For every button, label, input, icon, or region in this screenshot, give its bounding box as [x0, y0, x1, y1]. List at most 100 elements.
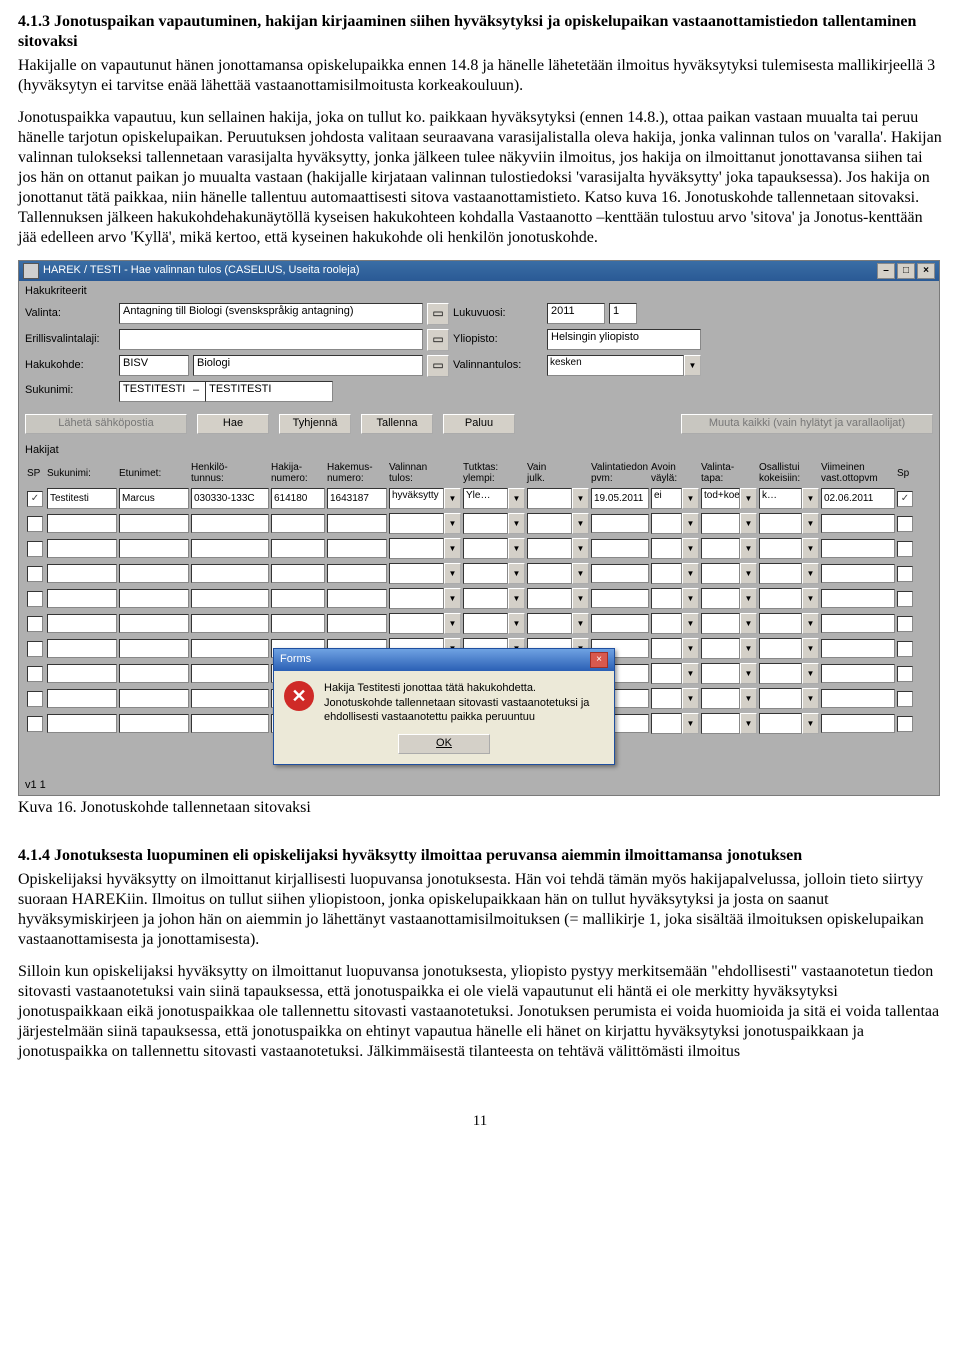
cell-tutktas[interactable]: Yle…▼: [463, 488, 525, 509]
empty-cell[interactable]: [47, 689, 117, 708]
chevron-down-icon[interactable]: ▼: [444, 538, 461, 559]
empty-combo[interactable]: ▼: [651, 563, 699, 584]
chevron-down-icon[interactable]: ▼: [572, 563, 589, 584]
row-checkbox[interactable]: [897, 616, 913, 632]
empty-combo[interactable]: ▼: [759, 688, 819, 709]
row-checkbox[interactable]: ✓: [27, 491, 43, 507]
empty-cell[interactable]: [191, 639, 269, 658]
row-checkbox[interactable]: [897, 716, 913, 732]
chevron-down-icon[interactable]: ▼: [444, 513, 461, 534]
empty-cell[interactable]: [327, 589, 387, 608]
empty-combo[interactable]: ▼: [389, 513, 461, 534]
empty-combo[interactable]: ▼: [389, 538, 461, 559]
empty-cell[interactable]: [591, 539, 649, 558]
chevron-down-icon[interactable]: ▼: [572, 613, 589, 634]
chevron-down-icon[interactable]: ▼: [572, 488, 589, 509]
empty-combo[interactable]: ▼: [389, 613, 461, 634]
chevron-down-icon[interactable]: ▼: [682, 638, 699, 659]
maximize-button[interactable]: □: [897, 263, 915, 279]
chevron-down-icon[interactable]: ▼: [508, 538, 525, 559]
empty-cell[interactable]: [191, 589, 269, 608]
table-row[interactable]: ✓ Testitesti Marcus 030330-133C 614180 1…: [23, 486, 935, 511]
empty-combo[interactable]: ▼: [759, 613, 819, 634]
field-lukuvuosi-year[interactable]: 2011: [547, 303, 605, 324]
field-erillis[interactable]: [119, 329, 423, 350]
empty-combo[interactable]: ▼: [463, 613, 525, 634]
empty-cell[interactable]: [191, 539, 269, 558]
empty-cell[interactable]: [271, 589, 325, 608]
chevron-down-icon[interactable]: ▼: [802, 538, 819, 559]
empty-cell[interactable]: [47, 589, 117, 608]
cell-sukunimi[interactable]: Testitesti: [47, 488, 117, 509]
empty-cell[interactable]: [47, 514, 117, 533]
row-checkbox[interactable]: [897, 666, 913, 682]
empty-cell[interactable]: [119, 564, 189, 583]
empty-cell[interactable]: [47, 614, 117, 633]
row-checkbox[interactable]: [27, 591, 43, 607]
empty-cell[interactable]: [591, 614, 649, 633]
empty-combo[interactable]: ▼: [527, 588, 589, 609]
empty-combo[interactable]: ▼: [527, 563, 589, 584]
cell-hakemusnro[interactable]: 1643187: [327, 488, 387, 509]
row-checkbox[interactable]: [897, 641, 913, 657]
empty-cell[interactable]: [271, 564, 325, 583]
row-checkbox[interactable]: [27, 516, 43, 532]
row-checkbox[interactable]: [897, 566, 913, 582]
empty-cell[interactable]: [191, 689, 269, 708]
empty-cell[interactable]: [191, 614, 269, 633]
row-checkbox[interactable]: [27, 641, 43, 657]
empty-cell[interactable]: [191, 714, 269, 733]
empty-cell[interactable]: [119, 714, 189, 733]
chevron-down-icon[interactable]: ▼: [740, 713, 757, 734]
chevron-down-icon[interactable]: ▼: [444, 588, 461, 609]
empty-combo[interactable]: ▼: [759, 713, 819, 734]
chevron-down-icon[interactable]: ▼: [508, 588, 525, 609]
row-checkbox[interactable]: [27, 691, 43, 707]
chevron-down-icon[interactable]: ▼: [802, 613, 819, 634]
empty-cell[interactable]: [821, 639, 895, 658]
empty-combo[interactable]: ▼: [701, 588, 757, 609]
field-sukunimi-to[interactable]: TESTITESTI: [205, 381, 333, 402]
row-checkbox-2[interactable]: ✓: [897, 491, 913, 507]
dialog-ok-button[interactable]: OK: [398, 734, 490, 754]
empty-combo[interactable]: ▼: [701, 688, 757, 709]
empty-cell[interactable]: [327, 514, 387, 533]
empty-combo[interactable]: ▼: [463, 588, 525, 609]
chevron-down-icon[interactable]: ▼: [684, 355, 701, 376]
chevron-down-icon[interactable]: ▼: [572, 588, 589, 609]
empty-cell[interactable]: [271, 514, 325, 533]
empty-combo[interactable]: ▼: [701, 713, 757, 734]
chevron-down-icon[interactable]: ▼: [682, 613, 699, 634]
empty-combo[interactable]: ▼: [527, 538, 589, 559]
empty-combo[interactable]: ▼: [463, 513, 525, 534]
empty-combo[interactable]: ▼: [651, 613, 699, 634]
empty-cell[interactable]: [821, 614, 895, 633]
chevron-down-icon[interactable]: ▼: [802, 488, 819, 509]
save-button[interactable]: Tallenna: [361, 414, 433, 434]
cell-hetu[interactable]: 030330-133C: [191, 488, 269, 509]
cell-viimeinen[interactable]: 02.06.2011: [821, 488, 895, 509]
chevron-down-icon[interactable]: ▼: [802, 713, 819, 734]
search-button[interactable]: Hae: [197, 414, 269, 434]
chevron-down-icon[interactable]: ▼: [444, 563, 461, 584]
cell-valtapa[interactable]: tod+koe▼: [701, 488, 757, 509]
empty-cell[interactable]: [119, 614, 189, 633]
empty-cell[interactable]: [47, 539, 117, 558]
empty-combo[interactable]: ▼: [463, 563, 525, 584]
chevron-down-icon[interactable]: ▼: [682, 688, 699, 709]
chevron-down-icon[interactable]: ▼: [740, 613, 757, 634]
chevron-down-icon[interactable]: ▼: [740, 688, 757, 709]
chevron-down-icon[interactable]: ▼: [572, 513, 589, 534]
empty-cell[interactable]: [191, 514, 269, 533]
chevron-down-icon[interactable]: ▼: [682, 513, 699, 534]
empty-cell[interactable]: [821, 664, 895, 683]
chevron-down-icon[interactable]: ▼: [682, 538, 699, 559]
empty-cell[interactable]: [591, 564, 649, 583]
row-checkbox[interactable]: [27, 566, 43, 582]
chevron-down-icon[interactable]: ▼: [740, 538, 757, 559]
row-checkbox[interactable]: [897, 516, 913, 532]
cell-vainjulk[interactable]: ▼: [527, 488, 589, 509]
dialog-close-button[interactable]: ×: [590, 652, 608, 668]
chevron-down-icon[interactable]: ▼: [444, 488, 461, 509]
empty-combo[interactable]: ▼: [527, 613, 589, 634]
